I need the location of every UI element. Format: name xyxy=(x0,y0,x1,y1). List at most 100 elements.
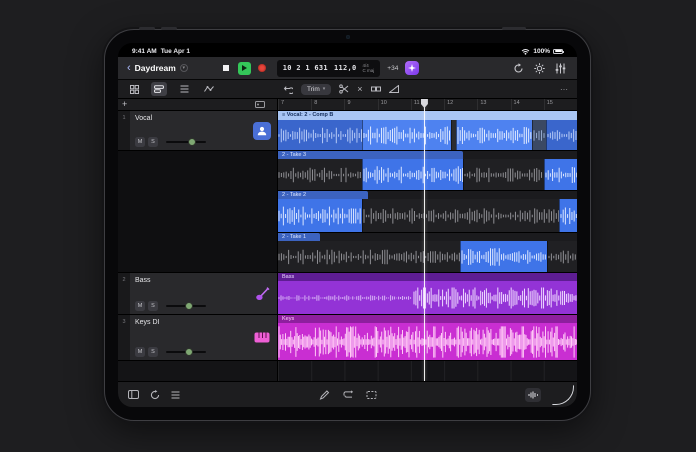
take-segment[interactable] xyxy=(547,241,577,272)
fade-button[interactable] xyxy=(388,85,399,93)
track-name[interactable]: Vocal xyxy=(135,115,271,122)
glue-icon xyxy=(370,86,381,92)
vocal-track-icon[interactable] xyxy=(253,121,271,140)
take-segment[interactable] xyxy=(278,159,362,190)
browser-panel-icon xyxy=(128,390,139,399)
back-chevron-icon[interactable]: ‹ xyxy=(127,62,131,74)
mixer-faders-icon xyxy=(555,63,565,73)
comp-segment[interactable] xyxy=(278,120,362,150)
track-header-bass[interactable]: 2 Bass M S xyxy=(118,273,277,315)
mute-button[interactable]: M xyxy=(135,137,145,147)
comp-segment-selected[interactable] xyxy=(455,120,533,150)
playhead[interactable] xyxy=(423,99,425,381)
track-number: 1 xyxy=(118,111,130,150)
volume-slider[interactable] xyxy=(166,348,206,356)
volume-slider[interactable] xyxy=(166,302,206,310)
fade-icon xyxy=(388,85,399,93)
take-segment-selected[interactable] xyxy=(460,241,548,272)
lcd-key: C maj xyxy=(362,68,375,73)
take-segment[interactable] xyxy=(463,159,545,190)
browser-button[interactable] xyxy=(128,390,139,399)
volume-down-button xyxy=(161,27,177,30)
region-bass[interactable]: Bass xyxy=(278,273,577,315)
take-segment[interactable] xyxy=(278,241,461,272)
automation-view-button[interactable] xyxy=(201,82,217,96)
solo-button[interactable]: S xyxy=(148,301,158,311)
comp-region-label[interactable]: ≡ Vocal: 2 - Comp B xyxy=(278,111,577,120)
region-vocal-comp[interactable]: ≡ Vocal: 2 - Comp B xyxy=(278,111,577,151)
tracks-view-button[interactable] xyxy=(151,82,167,96)
take-segment-selected[interactable] xyxy=(361,159,464,190)
bass-track-icon[interactable] xyxy=(253,285,271,303)
track-header-column: + 1 Vocal M S 2 Bass M S 3 Keys DI M S xyxy=(118,99,278,381)
battery-percent: 100% xyxy=(533,47,550,55)
bass-region-label[interactable]: Bass xyxy=(278,273,577,281)
view-toolbar: Trim ▾ × ⋯ xyxy=(118,80,577,99)
loops-button[interactable] xyxy=(150,389,160,400)
take-lane-3[interactable]: 2 - Take 3 xyxy=(278,151,577,191)
project-title[interactable]: Daydream xyxy=(135,63,176,73)
take-lane-1[interactable]: 2 - Take 1 xyxy=(278,233,577,273)
keyboard-icon xyxy=(254,332,270,343)
person-icon xyxy=(257,126,267,135)
wifi-icon xyxy=(522,48,530,55)
comp-segment-selected[interactable] xyxy=(361,120,452,150)
record-button[interactable] xyxy=(256,62,269,75)
track-name[interactable]: Keys DI xyxy=(135,319,271,326)
take-region-label[interactable]: 2 - Take 3 xyxy=(278,151,464,159)
cycle-tool-button[interactable] xyxy=(342,390,353,399)
ipad-device-frame: 9:41 AM Tue Apr 1 100% ‹ Daydream ▾ 10 2… xyxy=(104,27,591,421)
keys-audio[interactable] xyxy=(278,323,577,360)
bass-audio[interactable] xyxy=(413,281,577,314)
tool-dropdown[interactable]: Trim ▾ xyxy=(301,83,332,95)
editor-toggle-button[interactable] xyxy=(525,387,541,402)
mixer-view-button[interactable] xyxy=(176,82,192,96)
transpose-badge[interactable]: +34 xyxy=(387,65,398,72)
pencil-tool-button[interactable] xyxy=(319,389,329,400)
track-header-vocal[interactable]: 1 Vocal M S xyxy=(118,111,277,151)
mute-button[interactable]: M xyxy=(135,347,145,357)
take-segment-selected[interactable] xyxy=(544,159,577,190)
mixer-button[interactable] xyxy=(552,60,568,76)
cycle-button[interactable] xyxy=(510,60,526,76)
solo-button[interactable]: S xyxy=(148,347,158,357)
region-keys[interactable]: Keys xyxy=(278,315,577,361)
glue-button[interactable] xyxy=(370,85,381,93)
delete-button[interactable]: × xyxy=(357,84,362,94)
solo-button[interactable]: S xyxy=(148,137,158,147)
split-button[interactable] xyxy=(339,84,349,94)
ipad-screen: 9:41 AM Tue Apr 1 100% ‹ Daydream ▾ 10 2… xyxy=(118,43,577,407)
volume-slider[interactable] xyxy=(166,138,206,146)
play-button[interactable] xyxy=(237,61,251,75)
take-region-label[interactable]: 2 - Take 2 xyxy=(278,191,368,199)
bass-audio[interactable] xyxy=(278,281,413,314)
track-header-keys[interactable]: 3 Keys DI M S xyxy=(118,315,277,361)
take-segment-selected[interactable] xyxy=(559,199,577,232)
browser-view-button[interactable] xyxy=(126,82,142,96)
lcd-display[interactable]: 10 2 1 631 112,0 4/4 C maj xyxy=(276,59,381,77)
comp-segment-muted[interactable] xyxy=(532,120,546,150)
keys-track-icon[interactable] xyxy=(253,329,271,347)
comp-segment[interactable] xyxy=(545,120,577,150)
header-options-icon[interactable] xyxy=(255,101,265,108)
project-menu-icon[interactable]: ▾ xyxy=(179,64,188,72)
list-button[interactable] xyxy=(171,391,180,399)
take-region-label[interactable]: 2 - Take 1 xyxy=(278,233,320,241)
repeat-icon xyxy=(343,390,353,398)
mute-button[interactable]: M xyxy=(135,301,145,311)
session-player-button[interactable] xyxy=(405,61,420,75)
take-segment[interactable] xyxy=(361,199,560,232)
waveform-icon xyxy=(528,391,538,398)
take-lane-2[interactable]: 2 - Take 2 xyxy=(278,191,577,233)
stop-button[interactable] xyxy=(220,62,233,75)
track-name[interactable]: Bass xyxy=(135,277,271,284)
take-segment-selected[interactable] xyxy=(278,199,362,232)
keys-region-label[interactable]: Keys xyxy=(278,315,577,323)
undo-button[interactable] xyxy=(283,85,293,94)
gear-icon xyxy=(533,62,545,74)
more-options-icon[interactable]: ⋯ xyxy=(560,85,569,94)
marquee-tool-button[interactable] xyxy=(366,390,376,399)
add-track-button[interactable]: + xyxy=(122,100,127,109)
tracks-workspace: + 1 Vocal M S 2 Bass M S 3 Keys DI M S 7… xyxy=(118,99,577,381)
settings-button[interactable] xyxy=(531,60,547,76)
